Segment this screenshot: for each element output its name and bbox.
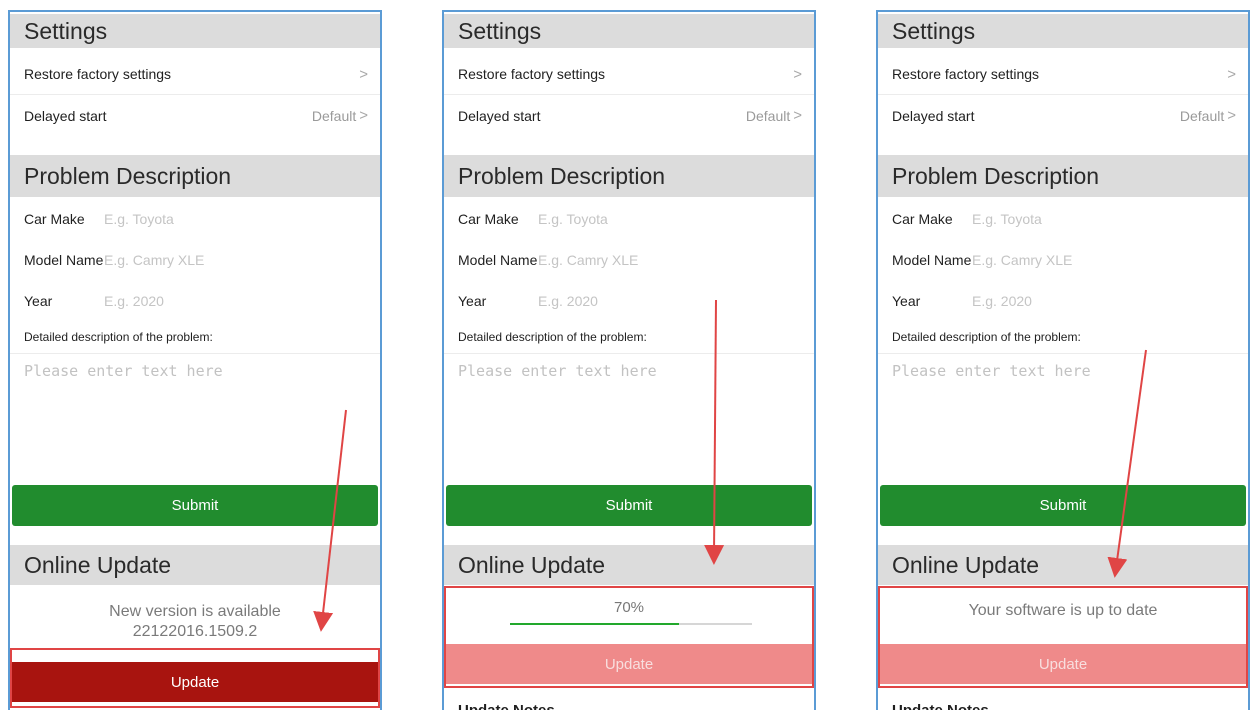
- year-input[interactable]: E.g. 2020: [538, 293, 598, 309]
- model-name-input[interactable]: E.g. Camry XLE: [972, 252, 1072, 268]
- car-make-input[interactable]: E.g. Toyota: [972, 211, 1042, 227]
- update-status: New version is available 22122016.1509.2: [10, 602, 380, 642]
- delayed-start-value: Default: [1179, 107, 1225, 124]
- restore-factory-settings-label: Restore factory settings: [24, 66, 172, 82]
- update-notes-title: Update Notes: [458, 702, 555, 710]
- online-update-header: Online Update: [878, 545, 1248, 585]
- model-name-field[interactable]: Model Name E.g. Camry XLE: [458, 245, 802, 275]
- update-status: Your software is up to date: [968, 602, 1158, 619]
- problem-description-textarea[interactable]: [24, 362, 364, 472]
- progress-bar: [510, 623, 752, 625]
- progress-percentage: 70%: [613, 599, 645, 616]
- year-field[interactable]: Year E.g. 2020: [458, 286, 802, 316]
- chevron-right-icon: >: [1227, 107, 1236, 124]
- model-name-field[interactable]: Model Name E.g. Camry XLE: [892, 245, 1236, 275]
- model-name-input[interactable]: E.g. Camry XLE: [104, 252, 204, 268]
- car-make-field[interactable]: Car Make E.g. Toyota: [458, 204, 802, 234]
- settings-header: Settings: [878, 14, 1248, 48]
- submit-button[interactable]: Submit: [880, 485, 1246, 526]
- divider: [444, 353, 814, 354]
- settings-header: Settings: [444, 14, 814, 48]
- year-label: Year: [458, 293, 487, 309]
- car-make-input[interactable]: E.g. Toyota: [538, 211, 608, 227]
- problem-description-label: Detailed description of the problem:: [892, 330, 1081, 344]
- problem-description-textarea[interactable]: [892, 362, 1232, 472]
- progress-bar-fill: [510, 623, 680, 625]
- chevron-right-icon: >: [793, 65, 802, 83]
- restore-factory-settings-label: Restore factory settings: [458, 66, 606, 82]
- chevron-right-icon: >: [359, 107, 368, 124]
- delayed-start-row[interactable]: Delayed start Default >: [444, 95, 814, 136]
- model-name-label: Model Name: [24, 252, 104, 268]
- update-button-disabled[interactable]: Update: [444, 644, 814, 684]
- problem-description-header: Problem Description: [10, 155, 380, 197]
- restore-factory-settings-row[interactable]: Restore factory settings >: [878, 54, 1248, 95]
- app-panel-new-version: Settings Restore factory settings > Dela…: [8, 10, 382, 710]
- problem-description-textarea[interactable]: [458, 362, 798, 472]
- year-field[interactable]: Year E.g. 2020: [24, 286, 368, 316]
- restore-factory-settings-label: Restore factory settings: [892, 66, 1040, 82]
- submit-button[interactable]: Submit: [12, 485, 378, 526]
- car-make-label: Car Make: [458, 211, 519, 227]
- model-name-input[interactable]: E.g. Camry XLE: [538, 252, 638, 268]
- submit-button[interactable]: Submit: [446, 485, 812, 526]
- divider: [10, 353, 380, 354]
- chevron-right-icon: >: [793, 107, 802, 124]
- update-button[interactable]: Update: [10, 662, 380, 702]
- car-make-field[interactable]: Car Make E.g. Toyota: [24, 204, 368, 234]
- settings-header: Settings: [10, 14, 380, 48]
- delayed-start-row[interactable]: Delayed start Default >: [10, 95, 380, 136]
- chevron-right-icon: >: [359, 65, 368, 83]
- car-make-input[interactable]: E.g. Toyota: [104, 211, 174, 227]
- year-label: Year: [24, 293, 53, 309]
- model-name-field[interactable]: Model Name E.g. Camry XLE: [24, 245, 368, 275]
- year-input[interactable]: E.g. 2020: [104, 293, 164, 309]
- delayed-start-label: Delayed start: [458, 107, 541, 124]
- car-make-label: Car Make: [892, 211, 953, 227]
- problem-description-header: Problem Description: [444, 155, 814, 197]
- update-status-line: New version is available: [109, 603, 281, 620]
- year-input[interactable]: E.g. 2020: [972, 293, 1032, 309]
- model-name-label: Model Name: [892, 252, 972, 268]
- car-make-label: Car Make: [24, 211, 85, 227]
- delayed-start-label: Delayed start: [24, 107, 107, 124]
- app-panel-updating: Settings Restore factory settings > Dela…: [442, 10, 816, 710]
- problem-description-label: Detailed description of the problem:: [24, 330, 213, 344]
- restore-factory-settings-row[interactable]: Restore factory settings >: [10, 54, 380, 95]
- problem-description-label: Detailed description of the problem:: [458, 330, 647, 344]
- delayed-start-row[interactable]: Delayed start Default >: [878, 95, 1248, 136]
- version-number: 22122016.1509.2: [132, 623, 258, 640]
- delayed-start-value: Default: [311, 107, 357, 124]
- restore-factory-settings-row[interactable]: Restore factory settings >: [444, 54, 814, 95]
- divider: [878, 353, 1248, 354]
- year-label: Year: [892, 293, 921, 309]
- year-field[interactable]: Year E.g. 2020: [892, 286, 1236, 316]
- app-panel-up-to-date: Settings Restore factory settings > Dela…: [876, 10, 1250, 710]
- delayed-start-value: Default: [745, 107, 791, 124]
- car-make-field[interactable]: Car Make E.g. Toyota: [892, 204, 1236, 234]
- update-notes-title: Update Notes: [892, 702, 989, 710]
- model-name-label: Model Name: [458, 252, 538, 268]
- update-button-disabled[interactable]: Update: [878, 644, 1248, 684]
- online-update-header: Online Update: [444, 545, 814, 585]
- problem-description-header: Problem Description: [878, 155, 1248, 197]
- online-update-header: Online Update: [10, 545, 380, 585]
- delayed-start-label: Delayed start: [892, 107, 975, 124]
- chevron-right-icon: >: [1227, 65, 1236, 83]
